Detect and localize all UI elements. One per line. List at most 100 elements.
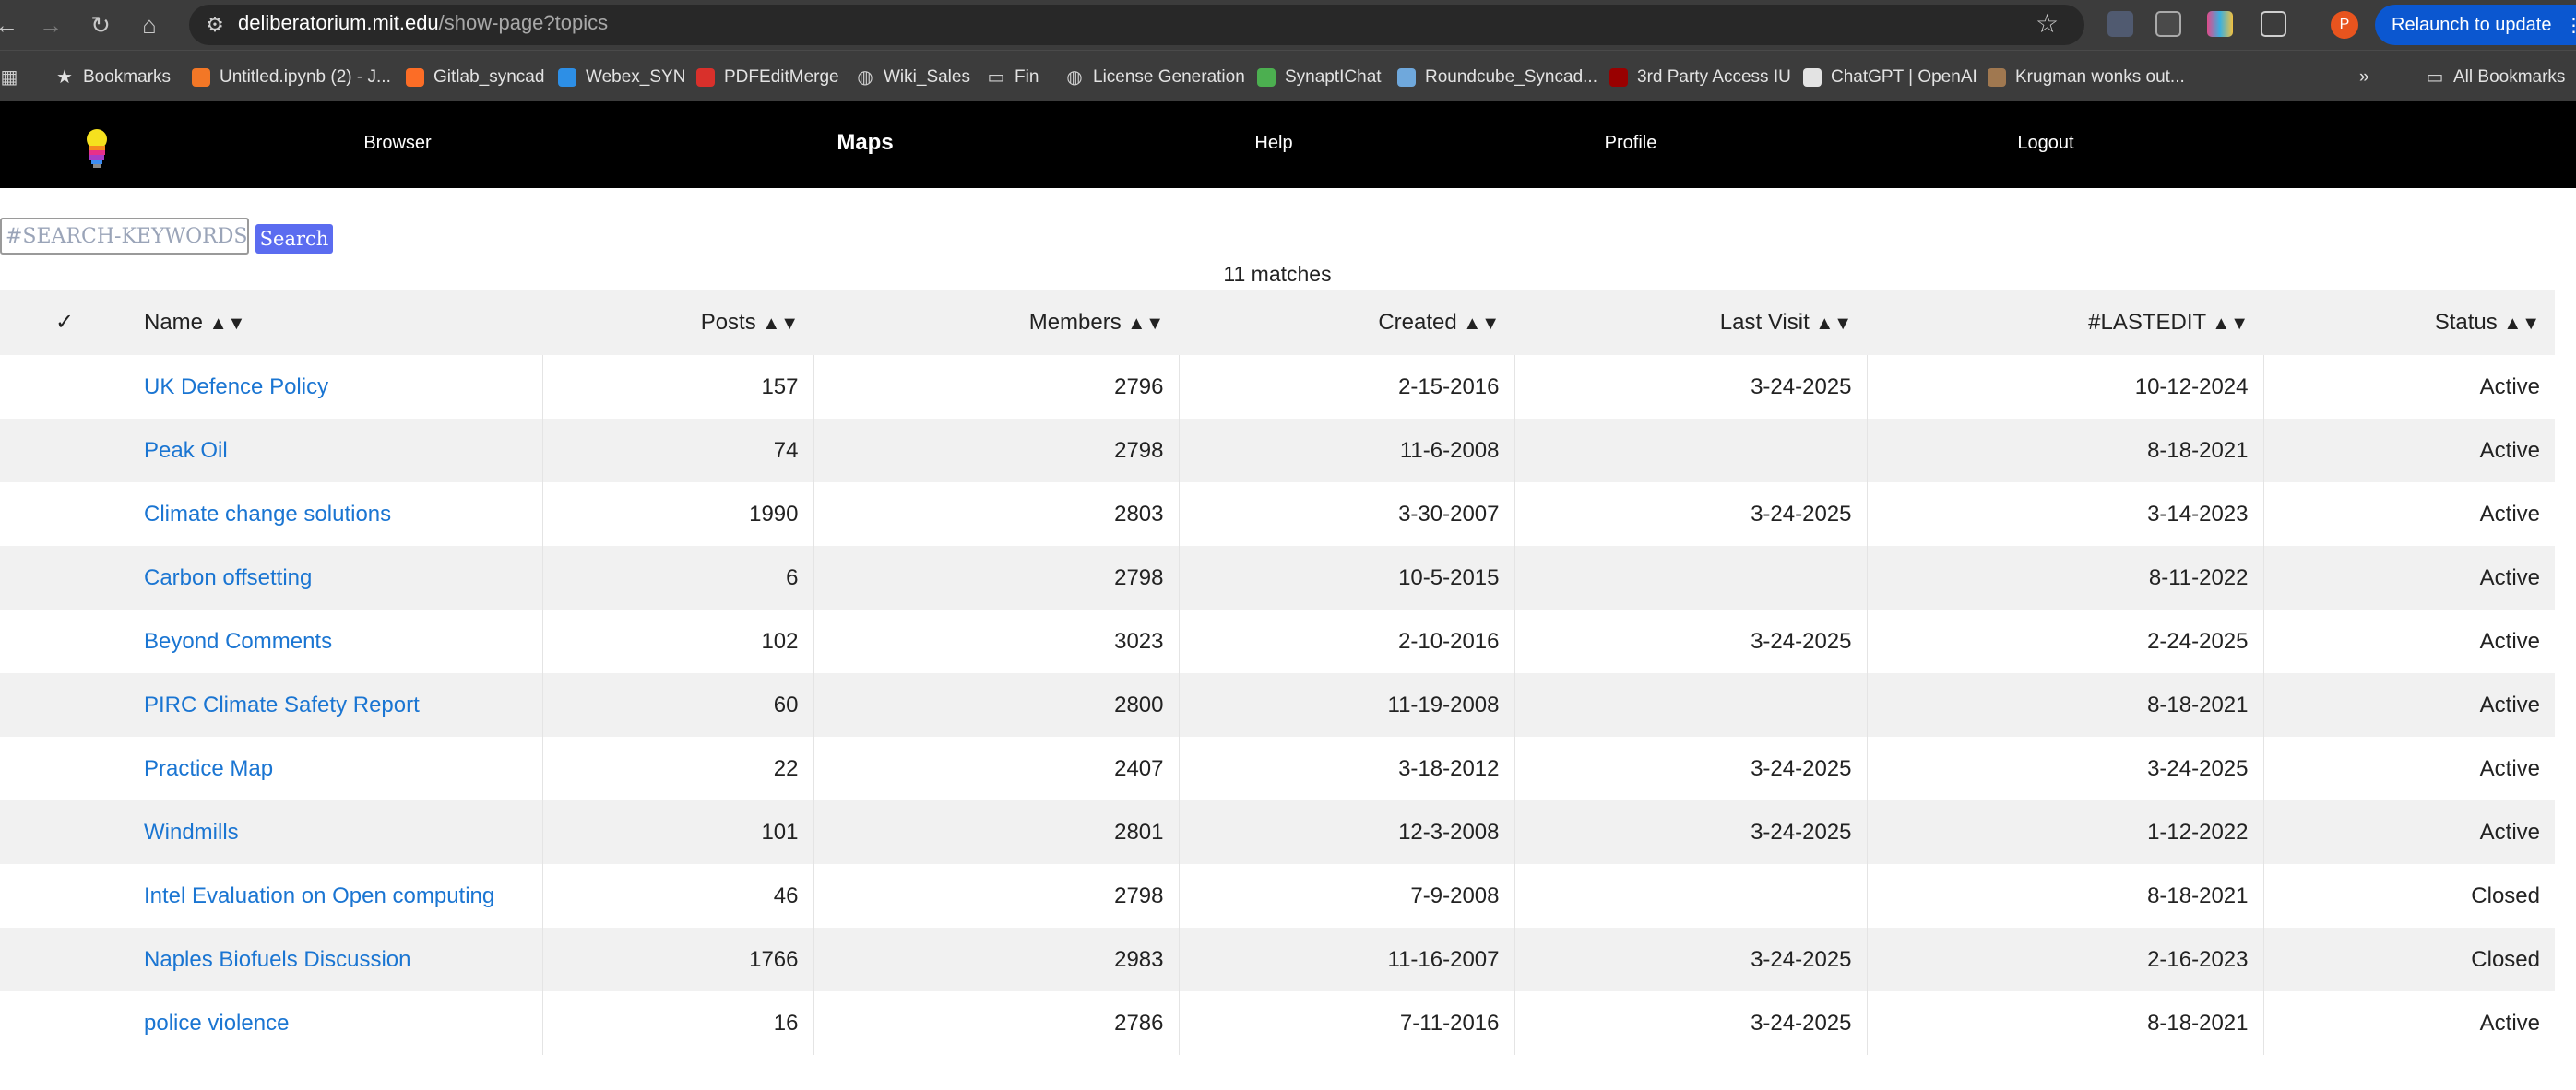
table-row[interactable]: Peak Oil 74 2798 11-6-2008 8-18-2021 Active xyxy=(0,419,2555,482)
nav-help[interactable]: Help xyxy=(1254,133,1292,154)
row-select-cell[interactable] xyxy=(0,355,129,419)
bookmark-item[interactable]: ▭ Fin xyxy=(987,65,1039,89)
cell-members: 2796 xyxy=(813,355,1180,419)
extensions-puzzle-icon[interactable] xyxy=(2261,11,2286,37)
column-header-members[interactable]: Members ▲▼ xyxy=(813,290,1179,355)
sort-arrows-icon[interactable]: ▲▼ xyxy=(1127,314,1164,334)
sort-arrows-icon[interactable]: ▲▼ xyxy=(1815,314,1852,334)
sort-arrows-icon[interactable]: ▲▼ xyxy=(1463,314,1500,334)
bookmark-label: Webex_SYN xyxy=(586,67,686,87)
topic-link[interactable]: Carbon offsetting xyxy=(144,565,312,590)
column-header-status[interactable]: Status ▲▼ xyxy=(2263,290,2555,355)
extension-icon[interactable] xyxy=(2207,11,2233,37)
topic-link[interactable]: police violence xyxy=(144,1011,289,1036)
bookmark-star-icon[interactable]: ☆ xyxy=(2036,8,2059,39)
sort-arrows-icon[interactable]: ▲▼ xyxy=(2212,314,2249,334)
row-select-cell[interactable] xyxy=(0,482,129,546)
table-row[interactable]: Windmills 101 2801 12-3-2008 3-24-2025 1-12-2… xyxy=(0,800,2555,864)
cell-last-visit xyxy=(1514,673,1868,737)
column-header-last-visit[interactable]: Last Visit ▲▼ xyxy=(1514,290,1867,355)
bookmark-item[interactable]: SynaptIChat xyxy=(1257,65,1382,89)
row-select-cell[interactable] xyxy=(0,419,129,482)
bookmark-item[interactable]: Krugman wonks out... xyxy=(1988,65,2185,89)
lightbulb-logo-icon[interactable] xyxy=(83,129,111,170)
table-row[interactable]: Intel Evaluation on Open computing 46 2798… xyxy=(0,864,2555,928)
column-header-created[interactable]: Created ▲▼ xyxy=(1179,290,1514,355)
topic-link[interactable]: Peak Oil xyxy=(144,438,228,463)
site-info-icon[interactable]: ⚙ xyxy=(201,11,229,39)
select-all-check-icon[interactable]: ✓ xyxy=(0,290,129,355)
cell-created: 11-6-2008 xyxy=(1179,419,1515,482)
cell-created: 7-9-2008 xyxy=(1179,864,1515,928)
cell-members: 2786 xyxy=(813,991,1180,1055)
topic-link[interactable]: UK Defence Policy xyxy=(144,374,328,399)
cell-name: Climate change solutions xyxy=(129,482,543,546)
bookmark-item[interactable]: ◍ License Generation xyxy=(1065,65,1245,89)
nav-maps[interactable]: Maps xyxy=(837,130,893,156)
all-bookmarks-button[interactable]: ▭ All Bookmarks xyxy=(2426,65,2566,89)
extension-icon[interactable] xyxy=(2155,11,2181,37)
cell-last-edit: 2-16-2023 xyxy=(1867,928,2264,991)
sort-arrows-icon[interactable]: ▲▼ xyxy=(762,314,799,334)
table-row[interactable]: Practice Map 22 2407 3-18-2012 3-24-2025 3-24… xyxy=(0,737,2555,800)
column-header-name[interactable]: Name ▲▼ xyxy=(129,290,542,355)
bookmark-item[interactable]: ◍ Wiki_Sales xyxy=(856,65,970,89)
table-row[interactable]: Climate change solutions 1990 2803 3-30-200… xyxy=(0,482,2555,546)
bookmark-item[interactable]: Webex_SYN xyxy=(558,65,685,89)
table-row[interactable]: PIRC Climate Safety Report 60 2800 11-19-20… xyxy=(0,673,2555,737)
sort-arrows-icon[interactable]: ▲▼ xyxy=(2503,314,2540,334)
table-row[interactable]: UK Defence Policy 157 2796 2-15-2016 3-24-20… xyxy=(0,355,2555,419)
bookmark-item[interactable]: Gitlab_syncad xyxy=(406,65,544,89)
row-select-cell[interactable] xyxy=(0,800,129,864)
topic-link[interactable]: Naples Biofuels Discussion xyxy=(144,947,410,972)
table-row[interactable]: Naples Biofuels Discussion 1766 2983 11-16-… xyxy=(0,928,2555,991)
profile-avatar[interactable]: P xyxy=(2331,11,2358,39)
topic-link[interactable]: Climate change solutions xyxy=(144,502,391,527)
extension-icon[interactable] xyxy=(2107,11,2133,37)
topic-link[interactable]: Windmills xyxy=(144,820,239,845)
reload-icon[interactable]: ↻ xyxy=(83,7,118,42)
search-input[interactable] xyxy=(0,218,249,255)
topic-link[interactable]: Beyond Comments xyxy=(144,629,332,654)
apps-grid-icon[interactable]: ▦ xyxy=(0,65,28,89)
topic-link[interactable]: Practice Map xyxy=(144,756,273,781)
column-header-posts[interactable]: Posts ▲▼ xyxy=(542,290,813,355)
cell-last-edit: 8-11-2022 xyxy=(1867,546,2264,610)
table-row[interactable]: police violence 16 2786 7-11-2016 3-24-2025 8… xyxy=(0,991,2555,1055)
search-button[interactable]: Search xyxy=(255,224,333,254)
cell-status: Active xyxy=(2479,373,2540,399)
row-select-cell[interactable] xyxy=(0,673,129,737)
relaunch-button[interactable]: Relaunch to update ⋮ xyxy=(2375,5,2576,45)
sort-arrows-icon[interactable]: ▲▼ xyxy=(209,314,246,334)
iu-icon xyxy=(1609,68,1628,87)
home-icon[interactable]: ⌂ xyxy=(132,7,167,42)
forward-icon[interactable]: → xyxy=(33,7,68,42)
nav-profile[interactable]: Profile xyxy=(1605,133,1657,154)
nav-logout[interactable]: Logout xyxy=(2017,133,2073,154)
topic-link[interactable]: PIRC Climate Safety Report xyxy=(144,693,420,717)
nav-browser[interactable]: Browser xyxy=(363,133,431,154)
table-row[interactable]: Carbon offsetting 6 2798 10-5-2015 8-11-2022… xyxy=(0,546,2555,610)
row-select-cell[interactable] xyxy=(0,864,129,928)
row-select-cell[interactable] xyxy=(0,737,129,800)
back-icon[interactable]: ← xyxy=(0,7,24,42)
table-row[interactable]: Beyond Comments 102 3023 2-10-2016 3-24-2025… xyxy=(0,610,2555,673)
bookmark-item[interactable]: ★ Bookmarks xyxy=(55,65,171,89)
bookmark-item[interactable]: Roundcube_Syncad... xyxy=(1397,65,1597,89)
more-menu-icon[interactable]: ⋮ xyxy=(2564,14,2576,37)
url-text[interactable]: deliberatorium.mit.edu/show-page?topics xyxy=(238,11,608,35)
column-header-last-edit[interactable]: #LASTEDIT ▲▼ xyxy=(1867,290,2263,355)
bookmark-item[interactable]: ChatGPT | OpenAI xyxy=(1803,65,1977,89)
bookmark-item[interactable]: PDFEditMerge xyxy=(696,65,839,89)
topic-link[interactable]: Intel Evaluation on Open computing xyxy=(144,883,494,908)
cell-posts: 22 xyxy=(542,737,814,800)
row-select-cell[interactable] xyxy=(0,546,129,610)
bookmark-item[interactable]: Untitled.ipynb (2) - J... xyxy=(192,65,391,89)
row-select-cell[interactable] xyxy=(0,991,129,1055)
bookmark-item[interactable]: 3rd Party Access IU xyxy=(1609,65,1791,89)
row-select-cell[interactable] xyxy=(0,610,129,673)
bookmark-label: PDFEditMerge xyxy=(724,67,839,87)
bookmarks-overflow-icon[interactable]: » xyxy=(2359,65,2369,89)
cell-last-visit: 3-24-2025 xyxy=(1514,355,1868,419)
row-select-cell[interactable] xyxy=(0,928,129,991)
